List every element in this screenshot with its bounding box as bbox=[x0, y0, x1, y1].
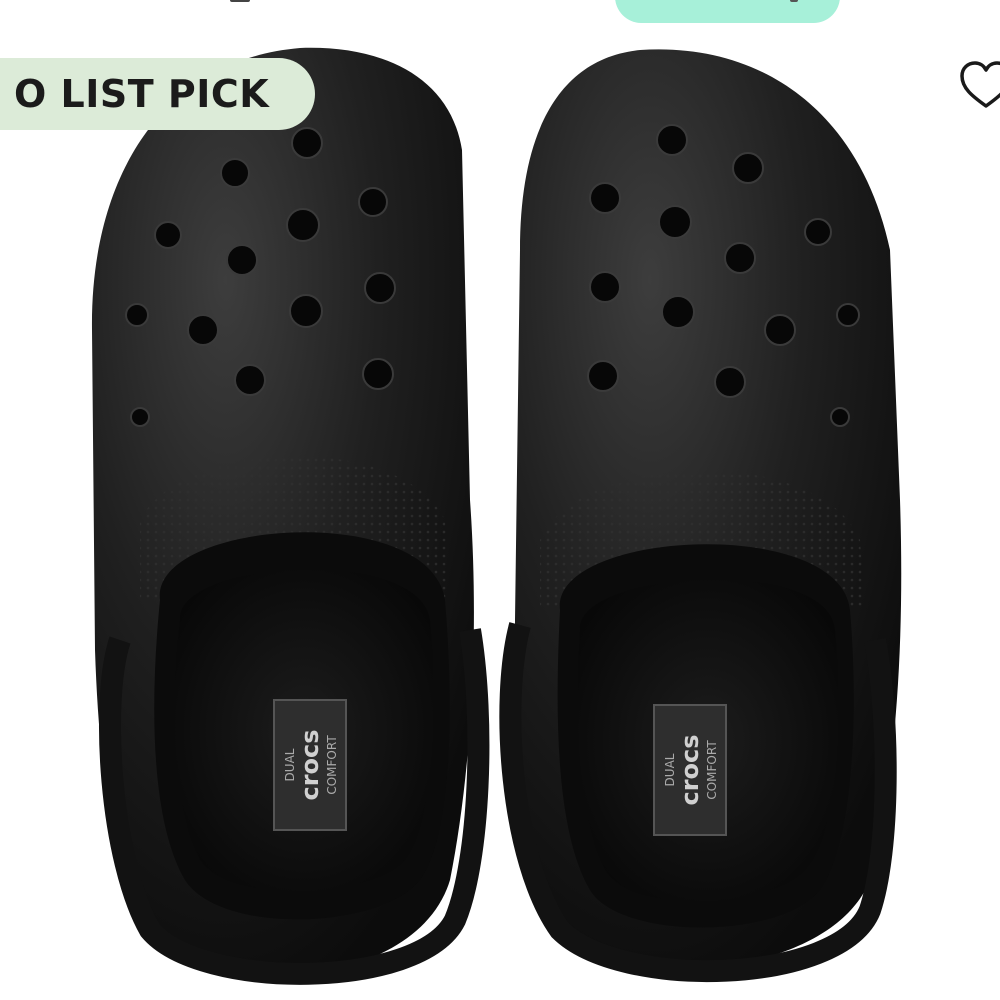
svg-text:crocs: crocs bbox=[296, 729, 324, 800]
svg-text:DUAL: DUAL bbox=[663, 753, 677, 786]
list-pick-badge: O LIST PICK bbox=[0, 58, 316, 130]
right-insole-label: DUAL crocs COMFORT bbox=[653, 704, 727, 836]
svg-text:crocs: crocs bbox=[676, 734, 704, 805]
badge-label: O LIST PICK bbox=[14, 72, 270, 116]
svg-text:COMFORT: COMFORT bbox=[325, 735, 339, 795]
svg-text:DUAL: DUAL bbox=[283, 748, 297, 781]
right-clog: DUAL crocs COMFORT bbox=[499, 49, 902, 983]
left-insole-label: DUAL crocs COMFORT bbox=[273, 699, 347, 831]
svg-text:COMFORT: COMFORT bbox=[705, 740, 719, 800]
left-clog: DUAL crocs COMFORT bbox=[91, 47, 490, 985]
product-image: DUAL crocs COMFORT DUAL crocs COMFORT bbox=[91, 47, 902, 985]
heart-outline-icon[interactable] bbox=[958, 58, 1000, 114]
